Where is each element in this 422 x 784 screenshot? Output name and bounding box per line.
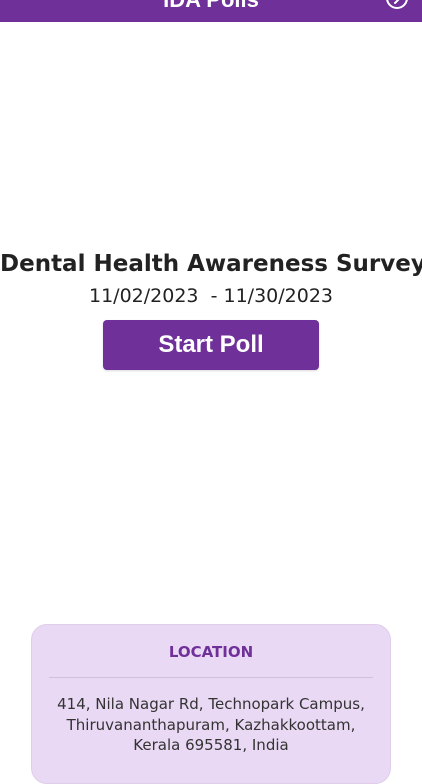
location-heading: LOCATION bbox=[168, 643, 254, 661]
location-address: 414, Nila Nagar Rd, Technopark Campus, T… bbox=[57, 695, 365, 754]
poll-date-range: 11/02/2023 - 11/30/2023 bbox=[89, 285, 333, 307]
start-poll-button[interactable]: Start Poll bbox=[103, 320, 319, 370]
app-title: IDA Polls bbox=[0, 0, 422, 13]
chevron-right-circle-icon[interactable] bbox=[385, 0, 409, 10]
app-header: IDA Polls bbox=[0, 0, 422, 22]
location-card: LOCATION 414, Nila Nagar Rd, Technopark … bbox=[31, 624, 391, 784]
poll-title: Dental Health Awareness Survey bbox=[0, 251, 422, 277]
location-divider bbox=[49, 677, 373, 678]
